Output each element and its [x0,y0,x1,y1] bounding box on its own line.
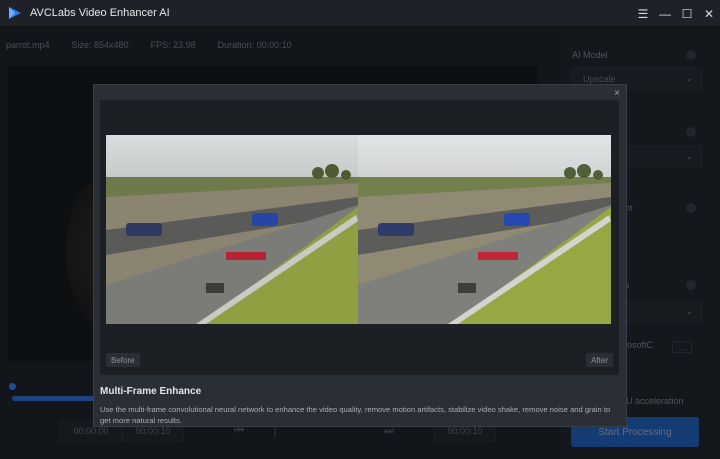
close-icon[interactable]: × [614,88,620,99]
after-image [358,135,611,324]
avclabs-logo-icon [8,6,22,20]
feature-description: Use the multi-frame convolutional neural… [100,405,611,425]
feature-title: Multi-Frame Enhance [100,386,202,397]
comparison-panel: Before After [100,100,619,375]
app-title: AVCLabs Video Enhancer AI [30,7,170,19]
before-label: Before [106,353,140,367]
window-controls: ☰ — ☐ ✕ [632,0,720,27]
before-after-comparison [106,135,611,324]
feature-dialog: × Before After Multi-Frame Enhance Use t… [93,84,627,427]
before-image [106,135,358,324]
close-icon[interactable]: ✕ [698,0,720,27]
menu-icon[interactable]: ☰ [632,0,654,27]
minimize-icon[interactable]: — [654,0,676,27]
app-window: AVCLabs Video Enhancer AI ☰ — ☐ ✕ parrot… [0,0,720,459]
after-label: After [586,353,613,367]
title-bar: AVCLabs Video Enhancer AI ☰ — ☐ ✕ [0,0,720,27]
maximize-icon[interactable]: ☐ [676,0,698,27]
